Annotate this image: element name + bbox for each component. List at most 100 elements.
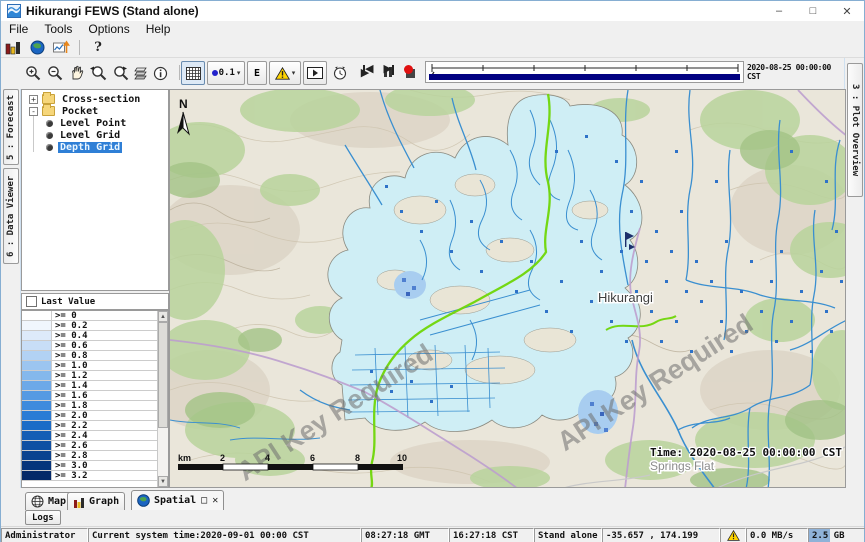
expander-icon[interactable]: -: [29, 107, 38, 116]
timeline-slider[interactable]: [425, 61, 744, 83]
logs-row: Logs: [1, 510, 864, 526]
zoom-next-button[interactable]: [109, 61, 131, 85]
pan-button[interactable]: [67, 61, 87, 85]
menu-file[interactable]: File: [1, 22, 36, 36]
tab-map[interactable]: Map: [25, 492, 72, 510]
level-point-marker: [555, 150, 558, 153]
scroll-down-icon[interactable]: ▼: [158, 476, 168, 487]
titlebar[interactable]: Hikurangi FEWS (Stand alone) – □ ✕: [1, 1, 864, 21]
zoom-previous-button[interactable]: [87, 61, 109, 85]
legend-row[interactable]: >= 0: [22, 311, 157, 321]
tab-plot-overview[interactable]: 3 : Plot Overview: [847, 63, 863, 197]
legend-row[interactable]: >= 3.2: [22, 471, 157, 481]
legend-row[interactable]: >= 1.4: [22, 381, 157, 391]
thresholds-dropdown[interactable]: ▾: [269, 61, 301, 85]
status-warning-cell[interactable]: [720, 528, 746, 542]
legend-row[interactable]: >= 0.6: [22, 341, 157, 351]
expander-icon[interactable]: +: [29, 95, 38, 104]
chevron-down-icon: ▾: [237, 69, 241, 77]
level-point-marker: [810, 350, 813, 353]
maximize-button[interactable]: □: [796, 1, 830, 21]
legend-row[interactable]: >= 1.6: [22, 391, 157, 401]
legend-label: >= 1.6: [52, 391, 157, 400]
layers-button[interactable]: [131, 61, 151, 85]
legend-row[interactable]: >= 2.6: [22, 441, 157, 451]
scroll-thumb[interactable]: [158, 322, 168, 428]
legend-row[interactable]: >= 1.2: [22, 371, 157, 381]
tree-item-label[interactable]: Level Grid: [58, 130, 122, 141]
zoom-out-button[interactable]: [45, 61, 65, 85]
legend-scrollbar[interactable]: ▲ ▼: [157, 311, 168, 487]
scroll-up-icon[interactable]: ▲: [158, 311, 168, 322]
level-point-marker: [825, 180, 828, 183]
tab-forecast-label: 5 : Forecast: [6, 94, 16, 159]
legend-row[interactable]: >= 2.2: [22, 421, 157, 431]
zoom-in-button[interactable]: [23, 61, 43, 85]
record-button[interactable]: [404, 65, 413, 74]
menu-options[interactable]: Options: [80, 22, 137, 36]
animation-settings-button[interactable]: [330, 61, 350, 85]
level-point-marker: [430, 400, 433, 403]
tree-item-level-point[interactable]: Level Point: [22, 117, 168, 129]
tree-item-depth-grid[interactable]: Depth Grid: [22, 141, 168, 153]
menu-help[interactable]: Help: [138, 22, 179, 36]
tree-item-label-selected[interactable]: Depth Grid: [58, 142, 122, 153]
town-label-hikurangi: Hikurangi: [598, 290, 653, 305]
step-forward-icon: ▶: [383, 64, 391, 75]
timeseries-dialog-button[interactable]: [49, 38, 73, 57]
tab-data-viewer[interactable]: 6 : Data Viewer: [3, 168, 19, 264]
legend-label: >= 3.2: [52, 471, 157, 480]
interval-value: 0.1: [219, 68, 235, 78]
tree-item-label[interactable]: Level Point: [58, 118, 128, 129]
status-mode: Stand alone: [534, 528, 602, 542]
info-button[interactable]: [151, 61, 169, 85]
tree-item-label[interactable]: Cross-section: [60, 94, 142, 105]
legend-list[interactable]: >= 0>= 0.2>= 0.4>= 0.6>= 0.8>= 1.0>= 1.2…: [21, 310, 169, 488]
tree-item-level-grid[interactable]: Level Grid: [22, 129, 168, 141]
folder-icon: [42, 94, 55, 104]
legend-swatch: [22, 471, 52, 480]
legend-row[interactable]: >= 3.0: [22, 461, 157, 471]
legend-row[interactable]: >= 2.0: [22, 411, 157, 421]
zoom-out-icon: [47, 65, 64, 82]
info-icon: [153, 66, 168, 81]
class-interval-dropdown[interactable]: 0.1 ▾: [207, 61, 245, 85]
scale-tick: 10: [397, 453, 407, 463]
movie-play-icon: [307, 67, 323, 79]
map-viewport[interactable]: API Key Required API Key Required Hikura…: [169, 89, 846, 488]
tab-spatial[interactable]: Spatial □ ✕: [131, 490, 224, 510]
help-button[interactable]: ?: [86, 38, 110, 57]
database-viewer-button[interactable]: [1, 38, 25, 57]
show-grid-button[interactable]: [181, 61, 205, 85]
legend-row[interactable]: >= 1.8: [22, 401, 157, 411]
tab-restore-icon[interactable]: □: [201, 495, 207, 506]
record-icon: [404, 65, 413, 74]
legend-row[interactable]: >= 2.4: [22, 431, 157, 441]
animation-button[interactable]: [303, 61, 327, 85]
level-point-marker: [420, 230, 423, 233]
tab-graph[interactable]: Graph: [67, 492, 125, 510]
tab-close-icon[interactable]: ✕: [212, 495, 218, 506]
tree-item-label[interactable]: Pocket: [60, 106, 100, 117]
show-labels-button[interactable]: E: [247, 61, 267, 85]
minimize-button[interactable]: –: [762, 1, 796, 21]
legend-row[interactable]: >= 1.0: [22, 361, 157, 371]
status-local-time: 16:27:18 CST: [449, 528, 534, 542]
folder-icon: [42, 106, 55, 116]
status-gmt-time: 08:27:18 GMT: [361, 528, 449, 542]
step-back-button[interactable]: ▶: [363, 64, 373, 75]
logs-button[interactable]: Logs: [25, 510, 61, 525]
last-value-checkbox[interactable]: [26, 296, 37, 307]
close-button[interactable]: ✕: [830, 1, 864, 21]
filter-tree[interactable]: + Cross-section - Pocket Level Point Lev…: [21, 89, 169, 291]
tree-item-pocket[interactable]: - Pocket: [22, 105, 168, 117]
level-point-marker: [800, 290, 803, 293]
step-forward-button[interactable]: ▶: [383, 64, 393, 75]
legend-row[interactable]: >= 2.8: [22, 451, 157, 461]
tab-forecast[interactable]: 5 : Forecast: [3, 89, 19, 165]
spatial-display-button[interactable]: [25, 38, 49, 57]
legend-row[interactable]: >= 0.2: [22, 321, 157, 331]
legend-row[interactable]: >= 0.8: [22, 351, 157, 361]
legend-row[interactable]: >= 0.4: [22, 331, 157, 341]
menu-tools[interactable]: Tools: [36, 22, 80, 36]
